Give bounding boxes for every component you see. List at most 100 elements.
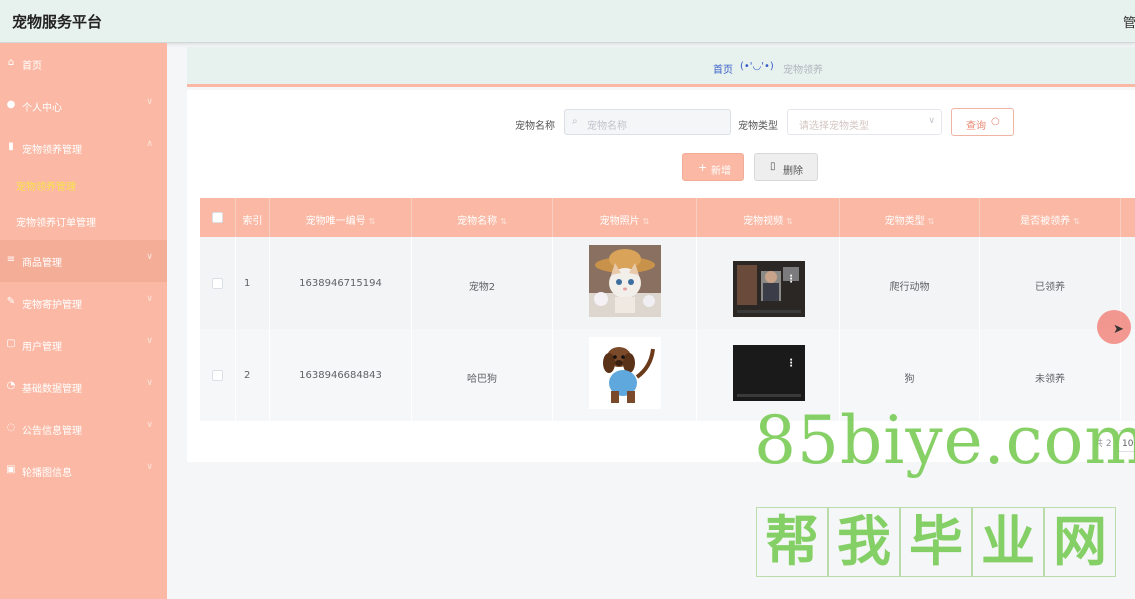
breadcrumb-home[interactable]: 首页 bbox=[713, 61, 733, 76]
sidebar: ⌂ 首页 ● 个人中心 ∨ ▮ 宠物领养管理 ∧ 宠物领养管理 宠物领养订单管理… bbox=[0, 43, 167, 599]
pet-type-select[interactable]: 请选择宠物类型 ∨ bbox=[787, 109, 942, 135]
sidebar-subitem-adoption-orders[interactable]: 宠物领养订单管理 bbox=[0, 202, 167, 238]
column-header-label: 宠物类型 bbox=[884, 216, 925, 227]
sidebar-item-profile[interactable]: ● 个人中心 ∨ bbox=[0, 85, 167, 127]
add-button[interactable]: + 新增 bbox=[682, 153, 744, 181]
row-checkbox[interactable] bbox=[212, 370, 223, 381]
adopted-cell: 已领养 bbox=[980, 237, 1121, 329]
watermark-char: 帮 bbox=[756, 507, 828, 577]
admin-menu[interactable]: 管 bbox=[1123, 12, 1135, 31]
chevron-down-icon: ∨ bbox=[146, 252, 153, 262]
sidebar-item-users[interactable]: ▢ 用户管理 ∨ bbox=[0, 324, 167, 366]
sidebar-item-adoption[interactable]: ▮ 宠物领养管理 ∧ bbox=[0, 127, 167, 169]
index-value: 1 bbox=[244, 278, 251, 289]
row-checkbox[interactable] bbox=[212, 278, 223, 289]
sidebar-item-label: 宠物寄护管理 bbox=[22, 300, 82, 311]
video-player[interactable]: · · · bbox=[733, 261, 805, 317]
adopted-value: 已领养 bbox=[1035, 282, 1065, 293]
column-header-label: 是否被领养 bbox=[1020, 216, 1071, 227]
kitten-photo[interactable] bbox=[589, 245, 661, 317]
search-icon: ⌕ bbox=[572, 116, 578, 127]
code-cell: 1638946715194 bbox=[270, 237, 412, 329]
pet-table: 索引 宠物唯一编号 ⇅ 宠物名称 ⇅ 宠物照片 ⇅ 宠物视频 ⇅ 宠物类型 ⇅ 是否被领养… bbox=[200, 198, 1135, 424]
sidebar-subitem-adoption-manage[interactable]: 宠物领养管理 bbox=[0, 166, 167, 202]
sort-icon[interactable]: ⇅ bbox=[369, 217, 376, 226]
column-header-name[interactable]: 宠物名称 ⇅ bbox=[412, 198, 553, 237]
edit-icon: ✎ bbox=[6, 296, 16, 307]
breadcrumb-current: 宠物领养 bbox=[783, 65, 823, 76]
column-header-photo[interactable]: 宠物照片 ⇅ bbox=[553, 198, 697, 237]
sort-icon[interactable]: ⇅ bbox=[643, 217, 650, 226]
chevron-down-icon: ∨ bbox=[928, 116, 935, 126]
column-header-label: 宠物唯一编号 bbox=[305, 216, 366, 227]
chevron-down-icon: ∨ bbox=[146, 420, 153, 430]
sidebar-item-goods[interactable]: ≡ 商品管理 ∨ bbox=[0, 240, 167, 282]
sidebar-item-home[interactable]: ⌂ 首页 bbox=[0, 43, 167, 85]
header-checkbox-cell bbox=[200, 198, 236, 237]
sidebar-item-label: 基础数据管理 bbox=[22, 384, 82, 395]
query-button-label: 查询 bbox=[966, 121, 986, 132]
sidebar-item-label: 宠物领养管理 bbox=[22, 145, 82, 156]
chevron-down-icon: ∨ bbox=[146, 294, 153, 304]
cursor-arrow-icon: ➤ bbox=[1113, 322, 1124, 337]
watermark-url: 85biye.com bbox=[754, 402, 1135, 479]
menu-icon: ≡ bbox=[6, 254, 16, 265]
photo-cell bbox=[553, 237, 697, 329]
sort-icon[interactable]: ⇅ bbox=[786, 217, 793, 226]
sidebar-item-basedata[interactable]: ◔ 基础数据管理 ∨ bbox=[0, 366, 167, 408]
sort-icon[interactable]: ⇅ bbox=[928, 217, 935, 226]
sidebar-subitem-label: 宠物领养订单管理 bbox=[16, 218, 96, 229]
watermark-char: 网 bbox=[1044, 507, 1116, 577]
chevron-down-icon: ∨ bbox=[146, 336, 153, 346]
column-header-video[interactable]: 宠物视频 ⇅ bbox=[697, 198, 840, 237]
sidebar-item-label: 个人中心 bbox=[22, 103, 62, 114]
index-value: 2 bbox=[244, 370, 251, 381]
select-all-checkbox[interactable] bbox=[212, 212, 223, 223]
column-header-index[interactable]: 索引 bbox=[236, 198, 270, 237]
watermark-char: 我 bbox=[828, 507, 900, 577]
video-progress-bar[interactable] bbox=[737, 394, 801, 397]
type-value: 爬行动物 bbox=[889, 282, 930, 293]
pet-type-placeholder: 请选择宠物类型 bbox=[799, 121, 869, 132]
pet-name-label: 宠物名称 bbox=[515, 121, 555, 132]
breadcrumb: 首页 (•'◡'•) 宠物领养 bbox=[187, 47, 1135, 87]
puppy-photo[interactable] bbox=[589, 337, 661, 409]
table-row[interactable]: 1 1638946715194 宠物2 · · · 爬行动物 已领养 bbox=[200, 237, 1135, 329]
sidebar-item-boarding[interactable]: ✎ 宠物寄护管理 ∨ bbox=[0, 282, 167, 324]
sidebar-subitem-label: 宠物领养管理 bbox=[16, 182, 76, 193]
sidebar-item-label: 商品管理 bbox=[22, 258, 62, 269]
query-button[interactable]: 查询 ○ bbox=[951, 108, 1014, 136]
video-player[interactable]: · · · bbox=[733, 345, 805, 401]
name-cell: 哈巴狗 bbox=[412, 329, 553, 421]
pet-type-label: 宠物类型 bbox=[738, 121, 778, 132]
breadcrumb-separator: (•'◡'•) bbox=[740, 61, 774, 72]
sidebar-item-label: 公告信息管理 bbox=[22, 426, 82, 437]
index-cell: 2 bbox=[236, 329, 270, 421]
column-header-type[interactable]: 宠物类型 ⇅ bbox=[840, 198, 980, 237]
pet-name-input[interactable]: ⌕ 宠物名称 bbox=[564, 109, 731, 135]
calendar-icon: ▣ bbox=[6, 464, 16, 475]
more-vertical-icon[interactable]: · · · bbox=[789, 272, 793, 288]
column-header-label: 索引 bbox=[242, 216, 263, 227]
row-checkbox-cell bbox=[200, 329, 236, 421]
column-header-adopted[interactable]: 是否被领养 ⇅ bbox=[980, 198, 1121, 237]
sort-icon[interactable]: ⇅ bbox=[1073, 217, 1080, 226]
video-progress-bar[interactable] bbox=[737, 310, 801, 313]
user-icon: ● bbox=[6, 99, 16, 110]
adopted-value: 未领养 bbox=[1035, 374, 1065, 385]
column-header-code[interactable]: 宠物唯一编号 ⇅ bbox=[270, 198, 412, 237]
watermark-char: 毕 bbox=[900, 507, 972, 577]
sidebar-item-notice[interactable]: ◌ 公告信息管理 ∨ bbox=[0, 408, 167, 450]
sort-icon[interactable]: ⇅ bbox=[500, 217, 507, 226]
type-value: 狗 bbox=[904, 374, 915, 385]
photo-cell bbox=[553, 329, 697, 421]
type-cell: 爬行动物 bbox=[840, 237, 980, 329]
trash-icon: ▯ bbox=[770, 161, 776, 172]
delete-button[interactable]: ▯ 删除 bbox=[754, 153, 818, 181]
more-vertical-icon[interactable]: · · · bbox=[789, 356, 793, 372]
search-icon: ○ bbox=[991, 116, 1000, 127]
sidebar-item-carousel[interactable]: ▣ 轮播图信息 ∨ bbox=[0, 450, 167, 492]
circle-icon: ◌ bbox=[6, 422, 16, 433]
code-value: 1638946715194 bbox=[299, 278, 382, 289]
chevron-up-icon: ∧ bbox=[146, 139, 153, 149]
